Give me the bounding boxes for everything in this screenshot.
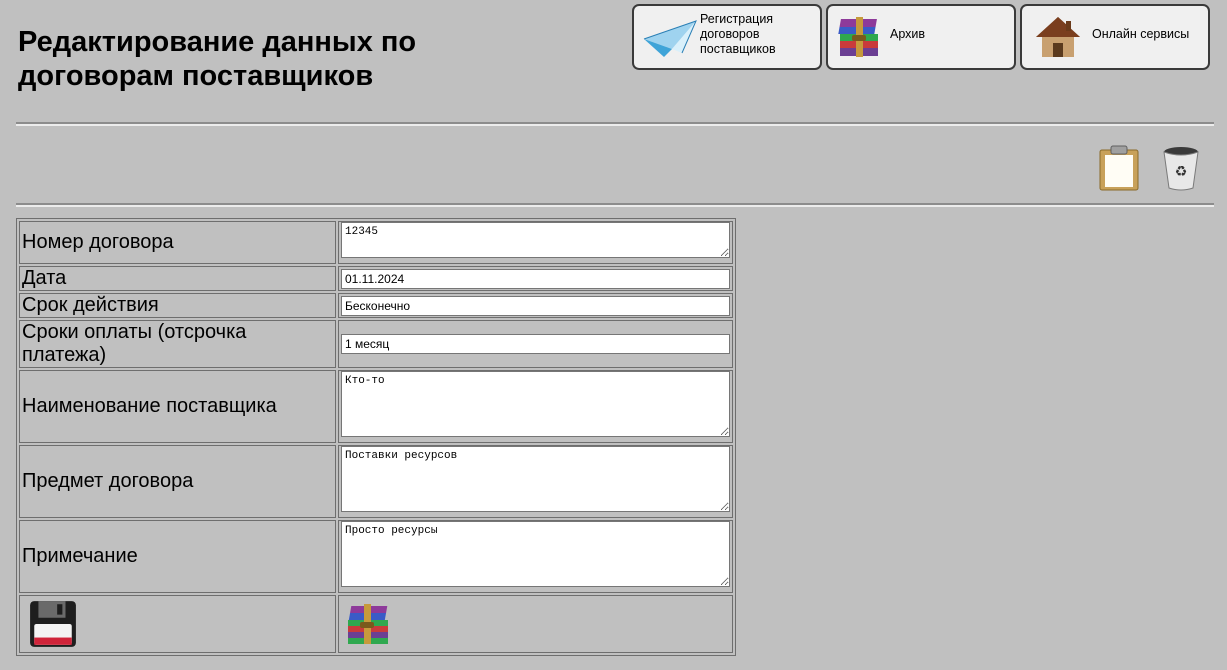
note-label: Примечание (19, 520, 336, 593)
date-label: Дата (19, 266, 336, 291)
payment-terms-field[interactable] (341, 334, 730, 354)
validity-field[interactable] (341, 295, 730, 316)
winrar-archive-icon[interactable] (345, 602, 395, 646)
contract-form-table: Номер договора 12345 Дата Срок действия … (16, 218, 736, 656)
house-icon (1036, 17, 1080, 57)
supplier-name-label: Наименование поставщика (19, 370, 336, 443)
clipboard-icon[interactable] (1098, 144, 1140, 192)
winrar-archive-icon (838, 17, 878, 57)
table-row: Дата (19, 266, 733, 291)
archive-button[interactable]: Архив (826, 4, 1016, 70)
table-row: Наименование поставщика Кто-то (19, 370, 733, 443)
date-field[interactable] (341, 268, 730, 289)
recycle-bin-icon[interactable]: ♻ (1160, 144, 1202, 192)
table-row (19, 595, 733, 653)
table-row: Сроки оплаты (отсрочка платежа) (19, 320, 733, 368)
floppy-disk-icon[interactable] (28, 599, 78, 649)
svg-text:♻: ♻ (1175, 164, 1188, 180)
table-row: Срок действия (19, 293, 733, 318)
note-field[interactable]: Просто ресурсы (341, 521, 730, 587)
payment-terms-label: Сроки оплаты (отсрочка платежа) (19, 320, 336, 368)
contract-number-field[interactable]: 12345 (341, 222, 730, 258)
online-services-button-label: Онлайн сервисы (1092, 26, 1190, 41)
divider (16, 203, 1214, 207)
table-row: Предмет договора Поставки ресурсов (19, 445, 733, 518)
validity-label: Срок действия (19, 293, 336, 318)
contract-number-label: Номер договора (19, 221, 336, 264)
table-row: Примечание Просто ресурсы (19, 520, 733, 593)
archive-button-label: Архив (890, 26, 926, 41)
subject-field[interactable]: Поставки ресурсов (341, 446, 730, 512)
paper-plane-icon (643, 20, 697, 57)
subject-label: Предмет договора (19, 445, 336, 518)
supplier-name-field[interactable]: Кто-то (341, 371, 730, 437)
table-row: Номер договора 12345 (19, 221, 733, 264)
online-services-button[interactable]: Онлайн сервисы (1020, 4, 1210, 70)
divider (16, 122, 1214, 126)
page-title: Редактирование данных по договорам поста… (18, 26, 417, 92)
registration-button[interactable]: Регистрация договоров поставщиков (632, 4, 822, 70)
registration-button-label: Регистрация договоров поставщиков (700, 11, 776, 56)
